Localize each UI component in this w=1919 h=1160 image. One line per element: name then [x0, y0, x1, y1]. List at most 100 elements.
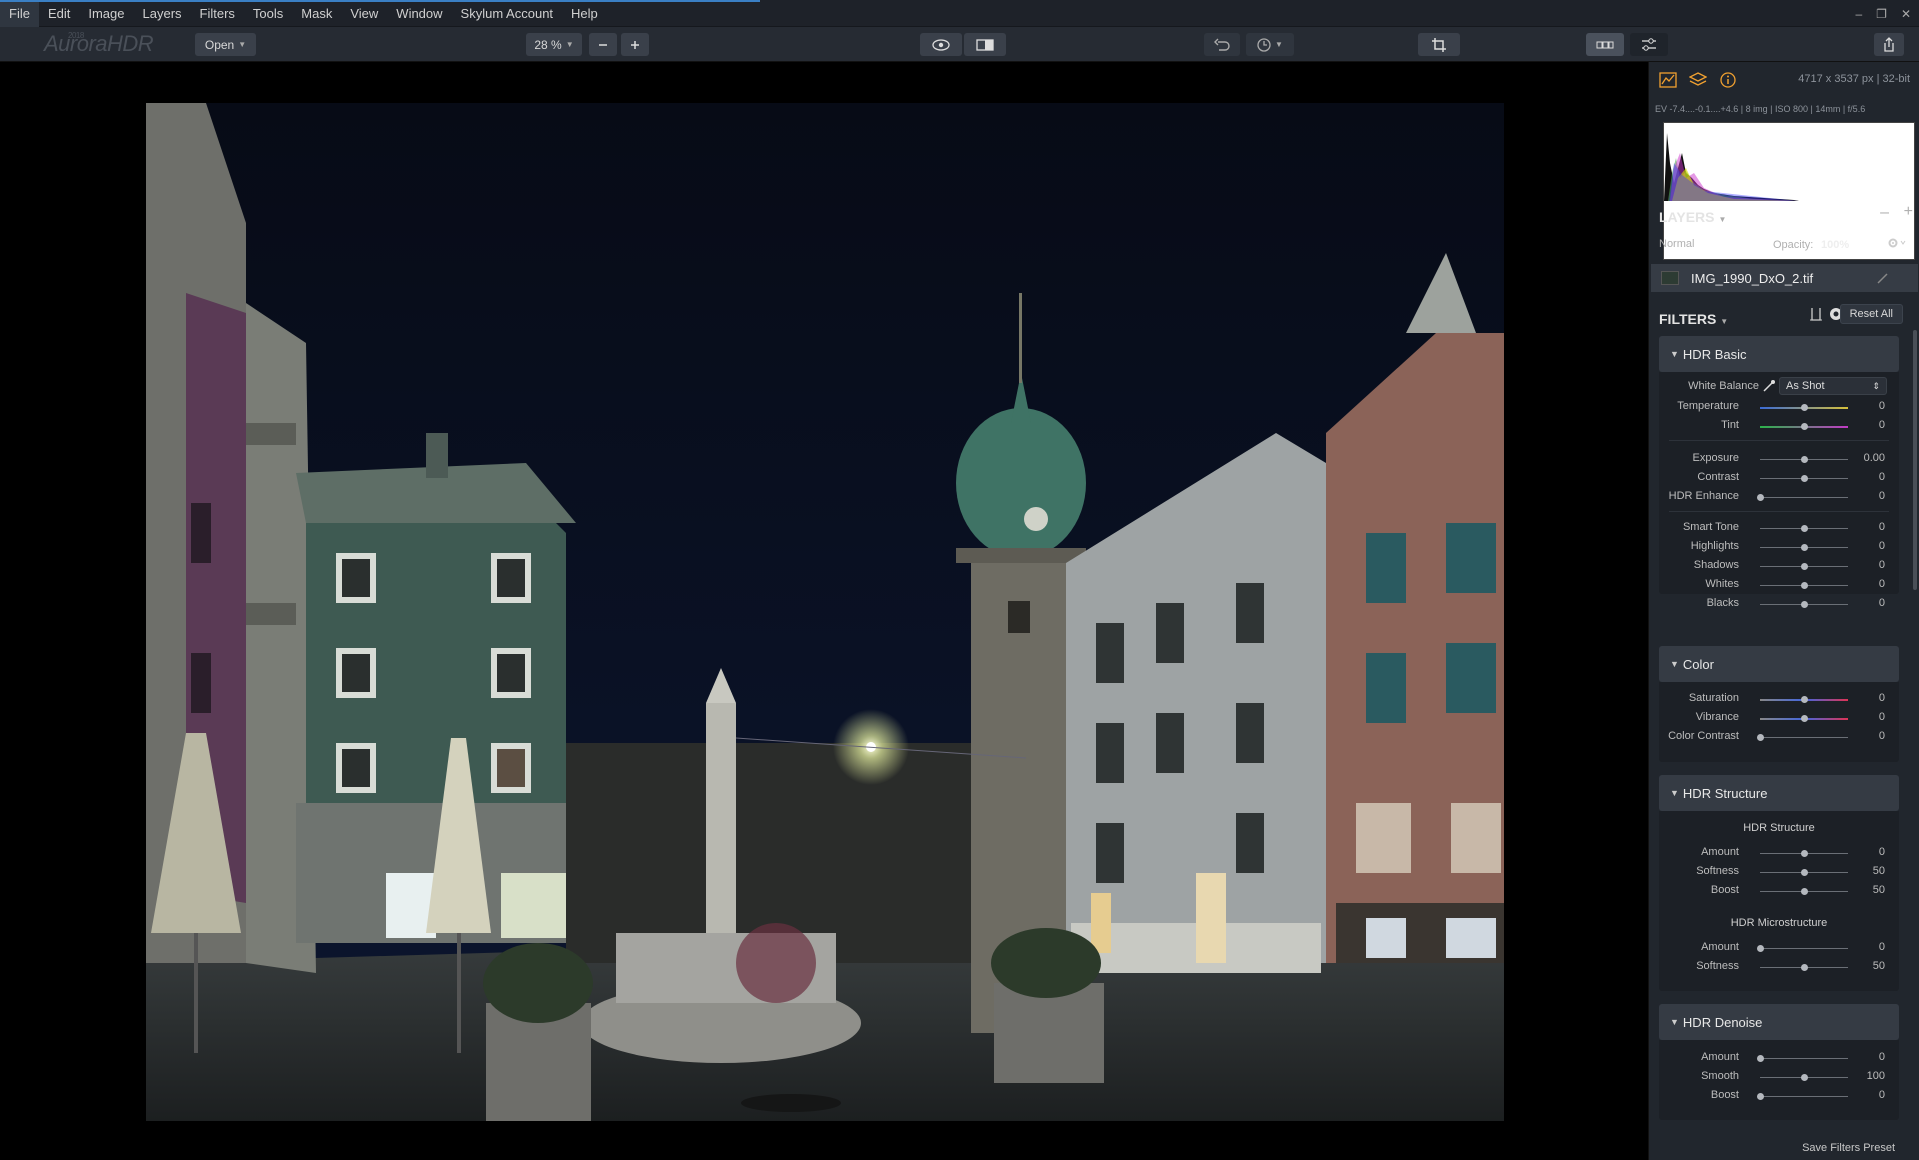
- slider-knob[interactable]: [1801, 563, 1808, 570]
- slider-track[interactable]: [1757, 1093, 1848, 1100]
- layers-tab[interactable]: [1687, 69, 1709, 91]
- saturation-slider[interactable]: Saturation 0: [1659, 691, 1899, 707]
- temperature-slider[interactable]: Temperature 0: [1659, 399, 1899, 415]
- menu-edit[interactable]: Edit: [39, 0, 79, 27]
- photo-canvas[interactable]: [146, 103, 1504, 1121]
- reset-all-button[interactable]: Reset All: [1839, 304, 1903, 324]
- slider-track[interactable]: [1760, 563, 1848, 570]
- slider-track[interactable]: [1760, 964, 1848, 971]
- slider-value[interactable]: 0: [1879, 521, 1885, 533]
- slider-track[interactable]: [1760, 404, 1848, 411]
- exposure-slider[interactable]: Exposure 0.00: [1659, 451, 1899, 467]
- slider-knob[interactable]: [1801, 601, 1808, 608]
- color-contrast-slider[interactable]: Color Contrast 0: [1659, 729, 1899, 745]
- slider-knob[interactable]: [1801, 544, 1808, 551]
- slider-knob[interactable]: [1757, 1055, 1764, 1062]
- slider-knob[interactable]: [1801, 404, 1808, 411]
- slider-track[interactable]: [1760, 475, 1848, 482]
- slider-track[interactable]: [1757, 945, 1848, 952]
- menu-window[interactable]: Window: [387, 0, 451, 27]
- zoom-dropdown[interactable]: 28 % ▼: [526, 33, 582, 56]
- slider-knob[interactable]: [1801, 525, 1808, 532]
- slider-knob[interactable]: [1757, 494, 1764, 501]
- hdr-enhance-slider[interactable]: HDR Enhance 0: [1659, 489, 1899, 505]
- slider-knob[interactable]: [1801, 964, 1808, 971]
- menu-mask[interactable]: Mask: [292, 0, 341, 27]
- blacks-slider[interactable]: Blacks 0: [1659, 596, 1899, 612]
- slider-value[interactable]: 50: [1873, 865, 1885, 877]
- info-tab[interactable]: [1717, 69, 1739, 91]
- zoom-out-button[interactable]: [589, 33, 617, 56]
- contrast-slider[interactable]: Contrast 0: [1659, 470, 1899, 486]
- structure-amount-slider[interactable]: Amount 0: [1659, 845, 1899, 861]
- slider-track[interactable]: [1757, 1055, 1848, 1062]
- maximize-button[interactable]: ❐: [1876, 7, 1887, 21]
- slider-value[interactable]: 0: [1879, 846, 1885, 858]
- microstructure-amount-slider[interactable]: Amount 0: [1659, 940, 1899, 956]
- slider-value[interactable]: 0: [1879, 559, 1885, 571]
- slider-track[interactable]: [1760, 525, 1848, 532]
- slider-value[interactable]: 0: [1879, 400, 1885, 412]
- slider-knob[interactable]: [1801, 475, 1808, 482]
- vibrance-slider[interactable]: Vibrance 0: [1659, 710, 1899, 726]
- layer-row[interactable]: IMG_1990_DxO_2.tif: [1651, 264, 1918, 292]
- slider-track[interactable]: [1760, 456, 1848, 463]
- slider-knob[interactable]: [1801, 715, 1808, 722]
- menu-image[interactable]: Image: [79, 0, 133, 27]
- slider-track[interactable]: [1760, 696, 1848, 703]
- slider-knob[interactable]: [1801, 869, 1808, 876]
- slider-track[interactable]: [1757, 734, 1848, 741]
- hdr-basic-header[interactable]: ▼ HDR Basic: [1659, 336, 1899, 372]
- slider-value[interactable]: 0: [1879, 490, 1885, 502]
- slider-track[interactable]: [1760, 888, 1848, 895]
- menu-file[interactable]: File: [0, 0, 39, 27]
- shadows-slider[interactable]: Shadows 0: [1659, 558, 1899, 574]
- minimize-button[interactable]: –: [1855, 7, 1862, 21]
- compare-button[interactable]: [964, 33, 1006, 56]
- menu-skylum-account[interactable]: Skylum Account: [452, 0, 563, 27]
- slider-knob[interactable]: [1801, 850, 1808, 857]
- slider-knob[interactable]: [1801, 888, 1808, 895]
- slider-knob[interactable]: [1757, 734, 1764, 741]
- slider-track[interactable]: [1760, 715, 1848, 722]
- canvas-area[interactable]: [0, 62, 1648, 1160]
- highlights-slider[interactable]: Highlights 0: [1659, 539, 1899, 555]
- denoise-smooth-slider[interactable]: Smooth 100: [1659, 1069, 1899, 1085]
- slider-knob[interactable]: [1801, 1074, 1808, 1081]
- slider-track[interactable]: [1760, 850, 1848, 857]
- slider-value[interactable]: 0.00: [1864, 452, 1885, 464]
- layers-header[interactable]: LAYERS ▼: [1659, 209, 1726, 225]
- slider-knob[interactable]: [1757, 1093, 1764, 1100]
- save-filters-preset-button[interactable]: Save Filters Preset: [1802, 1142, 1895, 1154]
- slider-value[interactable]: 0: [1879, 540, 1885, 552]
- tint-slider[interactable]: Tint 0: [1659, 418, 1899, 434]
- preview-button[interactable]: [920, 33, 962, 56]
- crop-button[interactable]: [1418, 33, 1460, 56]
- share-button[interactable]: [1874, 33, 1904, 56]
- smart-tone-slider[interactable]: Smart Tone 0: [1659, 520, 1899, 536]
- blend-mode-dropdown[interactable]: Normal: [1659, 238, 1694, 250]
- undo-button[interactable]: [1204, 33, 1240, 56]
- slider-value[interactable]: 0: [1879, 730, 1885, 742]
- slider-knob[interactable]: [1801, 582, 1808, 589]
- brush-icon[interactable]: [1876, 271, 1888, 289]
- menu-filters[interactable]: Filters: [191, 0, 244, 27]
- slider-value[interactable]: 0: [1879, 941, 1885, 953]
- slider-track[interactable]: [1757, 494, 1848, 501]
- menu-tools[interactable]: Tools: [244, 0, 292, 27]
- denoise-boost-slider[interactable]: Boost 0: [1659, 1088, 1899, 1104]
- slider-value[interactable]: 0: [1879, 1051, 1885, 1063]
- slider-value[interactable]: 0: [1879, 1089, 1885, 1101]
- remove-layer-button[interactable]: –: [1880, 204, 1889, 222]
- slider-value[interactable]: 0: [1879, 419, 1885, 431]
- open-button[interactable]: Open ▼: [195, 33, 256, 56]
- hdr-structure-header[interactable]: ▼ HDR Structure: [1659, 775, 1899, 811]
- slider-value[interactable]: 0: [1879, 471, 1885, 483]
- slider-knob[interactable]: [1801, 423, 1808, 430]
- slider-track[interactable]: [1760, 869, 1848, 876]
- slider-track[interactable]: [1760, 582, 1848, 589]
- slider-knob[interactable]: [1801, 696, 1808, 703]
- menu-view[interactable]: View: [341, 0, 387, 27]
- history-button[interactable]: ▼: [1246, 33, 1294, 56]
- menu-help[interactable]: Help: [562, 0, 607, 27]
